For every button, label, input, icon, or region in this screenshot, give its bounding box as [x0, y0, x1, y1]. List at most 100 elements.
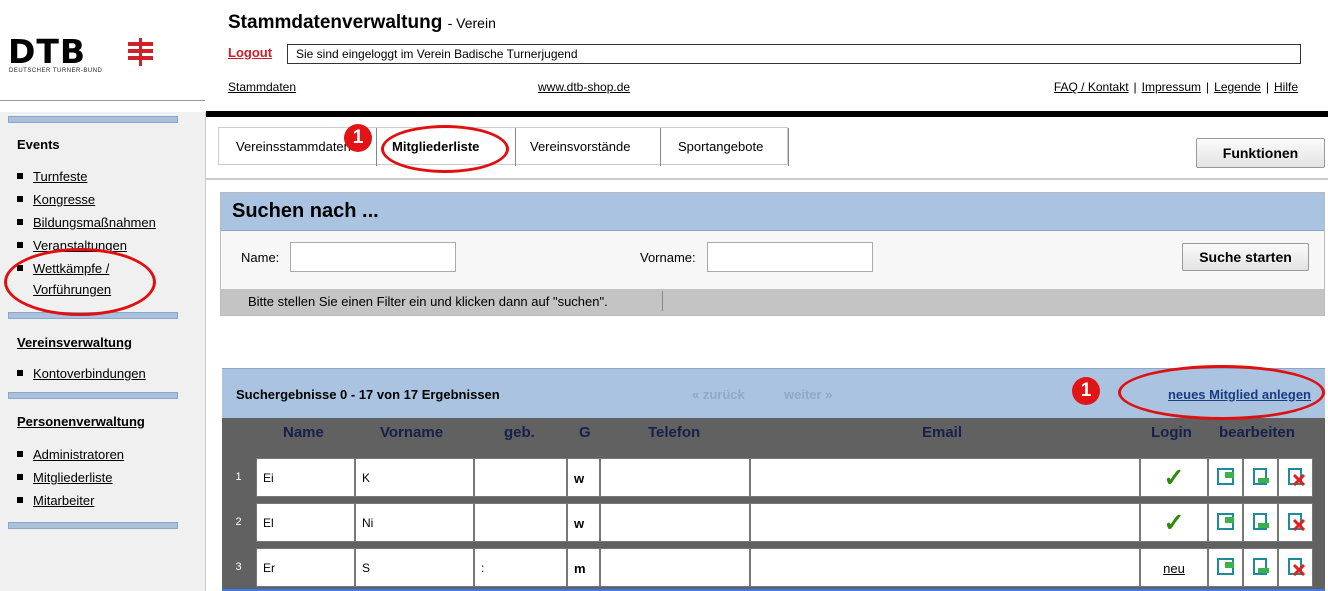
dtb-logo-icon	[128, 38, 153, 66]
table-row[interactable]: 1 Ei K w ✓	[222, 455, 1325, 500]
cell-login: neu	[1140, 548, 1208, 587]
stammdaten-link[interactable]: Stammdaten	[228, 80, 296, 94]
bullet-icon	[17, 241, 23, 248]
cell-email	[750, 458, 1140, 497]
sidebar-item-mitarbeiter[interactable]: Mitarbeiter	[17, 493, 94, 508]
cell-telefon	[600, 548, 750, 587]
cell-telefon	[600, 503, 750, 542]
logo-subtitle: DEUTSCHER TURNER-BUND	[9, 68, 103, 74]
print-member-icon	[1253, 468, 1269, 485]
delete-member-icon	[1288, 513, 1305, 531]
checkmark-icon: ✓	[1163, 464, 1185, 492]
sidebar-divider	[8, 522, 178, 529]
login-new-link[interactable]: neu	[1163, 561, 1185, 576]
edit-member-button[interactable]	[1208, 458, 1243, 497]
cell-name: Er	[256, 548, 355, 587]
bullet-icon	[17, 172, 23, 179]
bullet-icon	[17, 195, 23, 202]
delete-member-button[interactable]	[1278, 503, 1313, 542]
prev-page-link[interactable]: « zurück	[692, 387, 745, 402]
cell-name: El	[256, 503, 355, 542]
cell-email	[750, 548, 1140, 587]
dtb-shop-link[interactable]: www.dtb-shop.de	[538, 80, 630, 94]
search-title: Suchen nach ...	[232, 200, 379, 222]
sidebar-heading-events: Events	[17, 137, 60, 152]
sidebar-item-mitgliederliste[interactable]: Mitgliederliste	[17, 470, 112, 485]
edit-member-button[interactable]	[1208, 503, 1243, 542]
delete-member-button[interactable]	[1278, 458, 1313, 497]
search-header: Suchen nach ...	[221, 193, 1324, 231]
column-header-telefon[interactable]: Telefon	[648, 424, 700, 441]
logout-link[interactable]: Logout	[228, 45, 272, 60]
column-header-name[interactable]: Name	[283, 424, 324, 441]
cell-name: Ei	[256, 458, 355, 497]
delete-member-icon	[1288, 558, 1305, 576]
annotation-ellipse-tab	[381, 125, 509, 173]
annotation-marker: 1	[1072, 377, 1100, 405]
search-hint: Bitte stellen Sie einen Filter ein und k…	[221, 289, 1324, 315]
sidebar-item-kontoverbindungen[interactable]: Kontoverbindungen	[17, 366, 146, 381]
cell-geb: :	[474, 548, 567, 587]
vorname-input[interactable]	[707, 242, 873, 272]
table-row[interactable]: 2 El Ni w ✓	[222, 500, 1325, 545]
column-header-geb[interactable]: geb.	[504, 424, 535, 441]
name-input[interactable]	[290, 242, 456, 272]
tab-vereinsvorstaende[interactable]: Vereinsvorstände	[516, 128, 661, 166]
hint-separator	[662, 291, 663, 311]
column-header-bearbeiten: bearbeiten	[1219, 424, 1295, 441]
cell-vorname: S	[355, 548, 474, 587]
row-number: 1	[235, 471, 242, 483]
print-member-icon	[1253, 513, 1269, 530]
print-member-button[interactable]	[1243, 458, 1278, 497]
faq-link[interactable]: FAQ / Kontakt	[1054, 80, 1129, 94]
content-divider	[206, 178, 1328, 180]
top-links: FAQ / Kontakt | Impressum | Legende | Hilfe	[1053, 80, 1298, 94]
sidebar-divider	[8, 392, 178, 399]
header-bar	[206, 111, 1328, 117]
edit-member-icon	[1217, 468, 1234, 485]
sidebar-divider	[8, 116, 178, 123]
cell-email	[750, 503, 1140, 542]
legende-link[interactable]: Legende	[1214, 80, 1261, 94]
results-title: Suchergebnisse 0 - 17 von 17 Ergebnissen	[236, 387, 500, 402]
tab-sportangebote[interactable]: Sportangebote	[661, 128, 789, 166]
dtb-logo: DTB DEUTSCHER TURNER-BUND	[8, 34, 158, 74]
sidebar-item-kongresse[interactable]: Kongresse	[17, 192, 95, 207]
table-row[interactable]: 3 Er S : m neu	[222, 545, 1325, 590]
delete-member-icon	[1288, 468, 1305, 486]
row-number: 2	[235, 516, 242, 528]
bullet-icon	[17, 369, 23, 376]
impressum-link[interactable]: Impressum	[1142, 80, 1201, 94]
column-header-email[interactable]: Email	[922, 424, 962, 441]
sidebar-heading-personenverwaltung[interactable]: Personenverwaltung	[17, 414, 145, 429]
name-label: Name:	[241, 250, 280, 265]
sidebar-item-bildungsmassnahmen[interactable]: Bildungsmaßnahmen	[17, 215, 156, 230]
next-page-link[interactable]: weiter »	[784, 387, 832, 402]
sidebar-heading-vereinsverwaltung[interactable]: Vereinsverwaltung	[17, 335, 132, 350]
app-title: Stammdatenverwaltung - Verein	[228, 12, 496, 34]
row-number: 3	[235, 561, 242, 573]
cell-g: w	[567, 458, 600, 497]
print-member-button[interactable]	[1243, 503, 1278, 542]
column-header-vorname[interactable]: Vorname	[380, 424, 443, 441]
logo-text: DTB	[8, 32, 87, 71]
cell-g: w	[567, 503, 600, 542]
print-member-button[interactable]	[1243, 548, 1278, 587]
edit-member-button[interactable]	[1208, 548, 1243, 587]
hilfe-link[interactable]: Hilfe	[1274, 80, 1298, 94]
cell-g: m	[567, 548, 600, 587]
app-title-main: Stammdatenverwaltung	[228, 12, 443, 33]
sidebar-item-administratoren[interactable]: Administratoren	[17, 447, 124, 462]
column-header-g[interactable]: G	[579, 424, 591, 441]
functions-button[interactable]: Funktionen	[1196, 138, 1325, 168]
header-divider	[0, 100, 205, 101]
sidebar-item-turnfeste[interactable]: Turnfeste	[17, 169, 87, 184]
search-start-button[interactable]: Suche starten	[1182, 243, 1309, 271]
annotation-ellipse-new-member	[1118, 365, 1325, 420]
bullet-icon	[17, 473, 23, 480]
column-header-login: Login	[1151, 424, 1192, 441]
delete-member-button[interactable]	[1278, 548, 1313, 587]
edit-member-icon	[1217, 558, 1234, 575]
cell-vorname: Ni	[355, 503, 474, 542]
annotation-ellipse-wettkaempfe	[4, 248, 156, 316]
